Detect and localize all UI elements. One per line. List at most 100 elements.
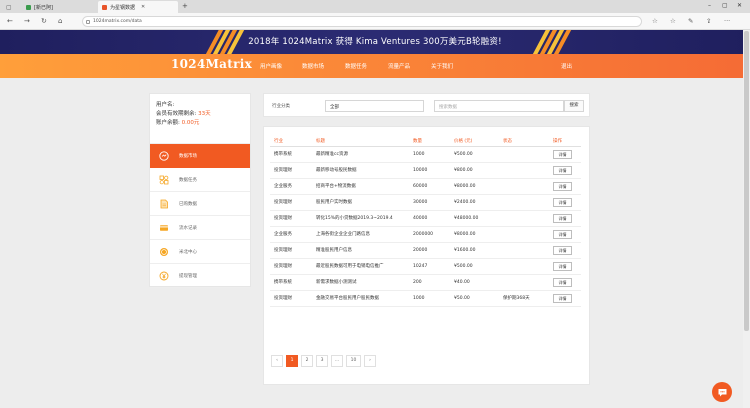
table-header-row: 行业 标题 数量 价格 (元) 状态 操作 <box>270 136 581 147</box>
new-tab-icon[interactable]: + <box>182 2 188 10</box>
cell-price: ¥500.00 <box>450 146 499 163</box>
puzzle-icon <box>159 175 169 185</box>
page-10[interactable]: 10 <box>346 355 361 367</box>
cell-title: 转化15%的小贷数据2019.3~2019.4 <box>312 210 409 227</box>
sidebar-item-data-market[interactable]: 数据市场 <box>150 144 250 168</box>
sidebar-item-withdrawal[interactable]: 提现管理 <box>150 264 250 288</box>
banner-text: 2018年 1024Matrix 获得 Kima Ventures 300万美元… <box>248 37 502 47</box>
forward-icon[interactable]: → <box>24 17 30 25</box>
browser-tab-2[interactable]: 为星钢数据 ✕ <box>98 1 178 13</box>
detail-button[interactable]: 详情 <box>553 197 572 207</box>
cell-quantity: 10000 <box>409 162 450 179</box>
page-1[interactable]: 1 <box>286 355 298 367</box>
page-prev[interactable]: ‹ <box>271 355 283 367</box>
tab-title: 为星钢数据 <box>110 4 136 11</box>
favorite-star-icon[interactable]: ☆ <box>652 17 658 25</box>
search-input[interactable]: 搜索数据 <box>434 100 564 112</box>
cell-title: 金融交易平台股民用户股民数据 <box>312 290 409 307</box>
chat-support-button[interactable] <box>712 382 732 402</box>
share-icon[interactable]: ⇪ <box>706 17 711 25</box>
cell-industry: 企业服务 <box>270 178 312 195</box>
tab-actions[interactable]: ▢ <box>2 1 20 13</box>
document-icon <box>159 199 169 209</box>
detail-button[interactable]: 详情 <box>553 229 572 239</box>
sidebar-item-label: 提现管理 <box>179 273 197 279</box>
search-button[interactable]: 搜索 <box>564 100 584 112</box>
data-table: 行业 标题 数量 价格 (元) 状态 操作 携带系统 最新精准cc资源 1000 ¥5… <box>270 136 581 307</box>
cell-status <box>499 210 549 227</box>
cell-status <box>499 194 549 211</box>
sidebar-item-label: 米北中心 <box>179 249 197 255</box>
nav-data-tasks[interactable]: 数据任务 <box>345 62 367 70</box>
site-navbar: 1024Matrix 用户画像 数据市场 数据任务 流量产品 关于我们 退出 <box>0 54 750 78</box>
table-row: 投资理财 金融交易平台股民用户股民数据 1000 ¥50.00 保护期368天 详情 <box>270 290 581 307</box>
maximize-icon[interactable]: ▢ <box>722 2 728 9</box>
cell-price: ¥800.00 <box>450 162 499 179</box>
tab-favicon <box>26 4 31 10</box>
scrollbar-thumb[interactable] <box>744 31 749 331</box>
cell-industry: 投资理财 <box>270 242 312 259</box>
page-2[interactable]: 2 <box>301 355 313 367</box>
detail-button[interactable]: 详情 <box>553 213 572 223</box>
data-table-panel: 行业 标题 数量 价格 (元) 状态 操作 携带系统 最新精准cc资源 1000 ¥5… <box>263 126 590 385</box>
detail-button[interactable]: 详情 <box>553 165 572 175</box>
cell-industry: 携带系统 <box>270 146 312 163</box>
sidebar-item-data-tasks[interactable]: 数据任务 <box>150 168 250 192</box>
promo-banner[interactable]: 2018年 1024Matrix 获得 Kima Ventures 300万美元… <box>0 30 750 54</box>
account-balance: 账户余额: 0.00元 <box>156 120 200 126</box>
detail-button[interactable]: 详情 <box>553 181 572 191</box>
table-row: 企业服务 上海各街企业企业门路信息 2000000 ¥8000.00 详情 <box>270 226 581 243</box>
nav-traffic-products[interactable]: 流量产品 <box>388 62 410 70</box>
cell-status <box>499 226 549 243</box>
cell-industry: 投资理财 <box>270 194 312 211</box>
cell-quantity: 20000 <box>409 242 450 259</box>
cell-industry: 投资理财 <box>270 290 312 307</box>
url-text: 1024matrix.com/data <box>93 19 142 24</box>
tab-close-icon[interactable]: ✕ <box>141 4 145 10</box>
back-icon[interactable]: ← <box>7 17 13 25</box>
table-row: 投资理财 精准股民用户信息 20000 ¥1600.00 详情 <box>270 242 581 259</box>
page-scrollbar[interactable] <box>743 30 750 408</box>
logout-link[interactable]: 退出 <box>561 62 572 70</box>
cell-title: 最新移动号股民数据 <box>312 162 409 179</box>
username-label: 用户名: <box>156 102 175 108</box>
cell-status <box>499 178 549 195</box>
table-row: 企业服务 招商平台+物流数据 60000 ¥8000.00 详情 <box>270 178 581 195</box>
collections-icon[interactable]: ☆ <box>670 17 676 25</box>
detail-button[interactable]: 详情 <box>553 149 572 159</box>
nav-user-profile[interactable]: 用户画像 <box>260 62 282 70</box>
pen-icon[interactable]: ✎ <box>688 17 693 25</box>
nav-data-market[interactable]: 数据市场 <box>302 62 324 70</box>
cell-quantity: 40000 <box>409 210 450 227</box>
table-row: 投资理财 最新移动号股民数据 10000 ¥800.00 详情 <box>270 162 581 179</box>
detail-button[interactable]: 详情 <box>553 261 572 271</box>
cell-title: 股民用户实时数据 <box>312 194 409 211</box>
cell-price: ¥1600.00 <box>450 242 499 259</box>
sidebar-item-transactions[interactable]: 流水记录 <box>150 216 250 240</box>
pagination: ‹ 1 2 3 ... 10 › <box>271 355 379 367</box>
nav-about-us[interactable]: 关于我们 <box>431 62 453 70</box>
col-title: 标题 <box>312 136 409 147</box>
home-icon[interactable]: ⌂ <box>58 17 62 25</box>
sidebar-item-coin-center[interactable]: 米北中心 <box>150 240 250 264</box>
cell-status <box>499 274 549 291</box>
refresh-icon[interactable]: ↻ <box>41 17 47 25</box>
detail-button[interactable]: 详情 <box>553 293 572 303</box>
more-menu-icon[interactable]: ··· <box>724 17 730 25</box>
close-window-icon[interactable]: ✕ <box>737 2 742 9</box>
page-next[interactable]: › <box>364 355 376 367</box>
detail-button[interactable]: 详情 <box>553 277 572 287</box>
page-3[interactable]: 3 <box>316 355 328 367</box>
minimize-icon[interactable]: – <box>708 2 711 9</box>
detail-button[interactable]: 详情 <box>553 245 572 255</box>
site-logo[interactable]: 1024Matrix <box>171 57 252 71</box>
industry-select[interactable]: 全部 <box>325 100 424 112</box>
browser-tab-1[interactable]: [新已阿] <box>22 1 97 13</box>
membership-remaining: 会员有效期剩余: 33天 <box>156 111 211 117</box>
filter-bar: 行业分类 全部 搜索数据 搜索 <box>263 93 590 117</box>
col-quantity: 数量 <box>409 136 450 147</box>
sidebar-item-purchased-data[interactable]: 已购数据 <box>150 192 250 216</box>
page-ellipsis: ... <box>331 355 343 367</box>
url-field[interactable]: 1024matrix.com/data <box>82 16 642 27</box>
cell-status: 保护期368天 <box>499 290 549 307</box>
